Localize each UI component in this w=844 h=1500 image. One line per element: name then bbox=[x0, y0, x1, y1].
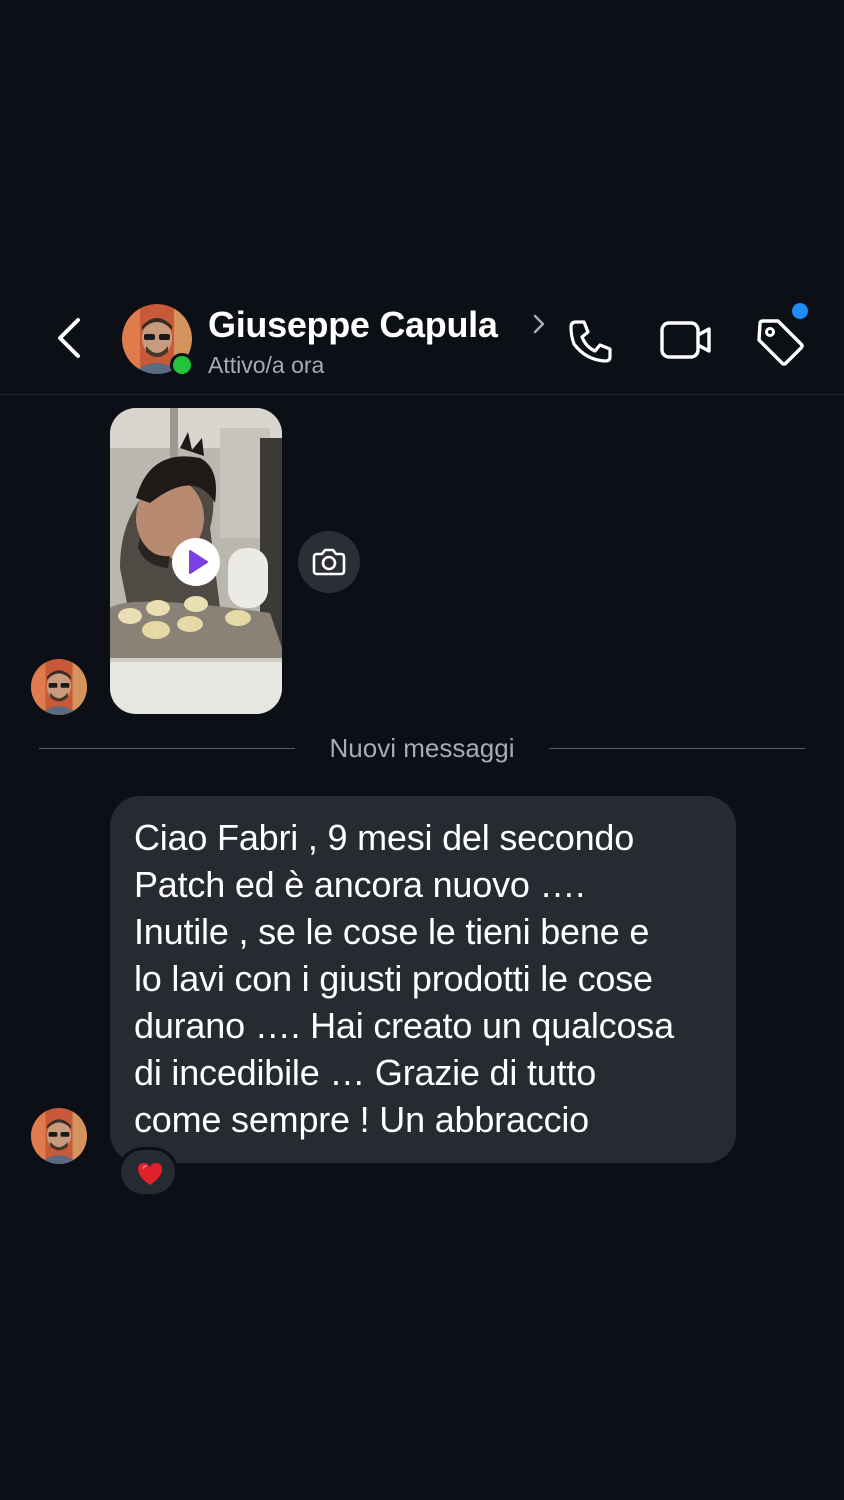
message-text-line: di incedibile … Grazie di tutto bbox=[134, 1052, 597, 1093]
play-button[interactable] bbox=[172, 538, 220, 586]
message-bubble[interactable]: Ciao Fabri , 9 mesi del secondo Patch ed… bbox=[110, 796, 736, 1163]
message-text-line: lo lavi con i giusti prodotti le cose bbox=[134, 958, 653, 999]
chevron-right-icon[interactable] bbox=[530, 312, 548, 336]
message-text-line: Patch ed è ancora nuovo …. bbox=[134, 864, 586, 905]
reaction-badge[interactable] bbox=[118, 1147, 178, 1197]
message-text-line: Ciao Fabri , 9 mesi del secondo bbox=[134, 817, 635, 858]
chevron-left-icon[interactable] bbox=[48, 316, 92, 360]
video-message[interactable] bbox=[110, 408, 282, 714]
sender-avatar[interactable] bbox=[31, 1108, 87, 1164]
phone-icon[interactable] bbox=[566, 316, 616, 366]
online-status-dot bbox=[170, 353, 194, 377]
chat-header: Giuseppe Capula Attivo/a ora bbox=[0, 290, 844, 395]
tag-icon[interactable] bbox=[754, 316, 806, 368]
camera-button[interactable] bbox=[298, 531, 360, 593]
avatar[interactable] bbox=[122, 304, 194, 377]
camera-icon bbox=[312, 548, 346, 576]
divider-line-right bbox=[549, 748, 805, 749]
notification-dot bbox=[792, 303, 808, 319]
sender-avatar[interactable] bbox=[31, 659, 87, 715]
play-icon bbox=[189, 550, 208, 574]
video-camera-icon[interactable] bbox=[658, 318, 714, 362]
contact-name[interactable]: Giuseppe Capula bbox=[208, 304, 498, 346]
new-messages-divider: Nuovi messaggi bbox=[329, 733, 515, 763]
message-text-line: Inutile , se le cose le tieni bene e bbox=[134, 911, 650, 952]
message-text-line: come sempre ! Un abbraccio bbox=[134, 1099, 589, 1140]
message-text-line: durano …. Hai creato un qualcosa bbox=[134, 1005, 674, 1046]
contact-status: Attivo/a ora bbox=[208, 352, 325, 378]
divider-line-left bbox=[39, 748, 295, 749]
heart-icon bbox=[138, 1163, 162, 1185]
